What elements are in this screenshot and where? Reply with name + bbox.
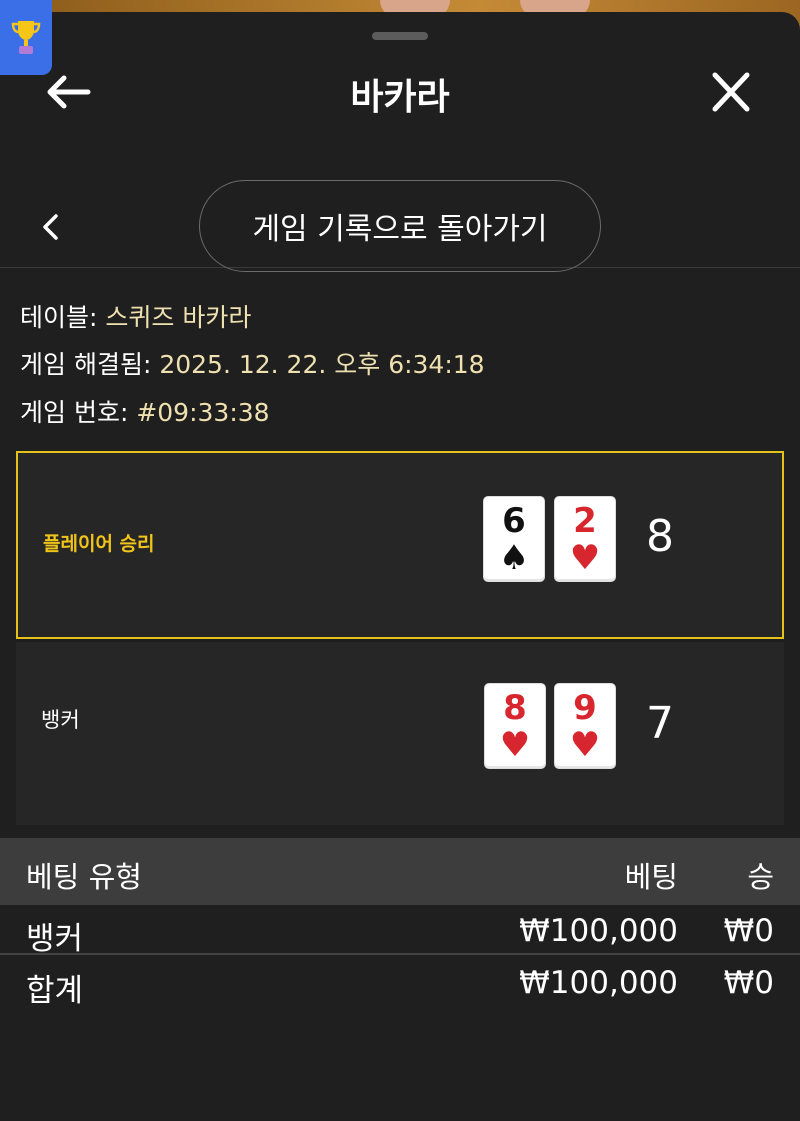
- playing-card: 2 ♥: [554, 496, 616, 582]
- chevron-left-icon[interactable]: [36, 210, 66, 244]
- resolved-value: 2025. 12. 22. 오후 6:34:18: [159, 350, 485, 379]
- player-score: 8: [646, 511, 674, 562]
- total-bet: ₩100,000: [519, 965, 678, 1001]
- game-number-value: #09:33:38: [136, 398, 270, 427]
- table-info: 테이블: 스퀴즈 바카라: [20, 298, 780, 334]
- banker-score: 7: [646, 698, 674, 749]
- banker-result: 뱅커 8 ♥ 9 ♥ 7: [16, 642, 784, 825]
- trophy-badge[interactable]: [0, 0, 52, 75]
- page-title: 바카라: [350, 77, 450, 118]
- player-result: 플레이어 승리 6 ♠ 2 ♥ 8: [16, 451, 784, 639]
- heart-icon: ♥: [569, 725, 601, 765]
- playing-card: 9 ♥: [554, 683, 616, 769]
- trophy-icon: [11, 20, 41, 54]
- total-win: ₩0: [723, 965, 774, 1001]
- table-label: 테이블:: [20, 303, 106, 332]
- table-row: 뱅커 ₩100,000 ₩0: [0, 905, 800, 957]
- bet-type-cell: 뱅커: [26, 921, 84, 957]
- history-sheet: 바카라 게임 기록으로 돌아가기 테이블: 스퀴즈 바카라 게임 해결됨: 20…: [0, 12, 800, 1121]
- heart-icon: ♥: [499, 725, 531, 765]
- header: 바카라: [0, 56, 800, 128]
- player-label: 플레이어 승리: [43, 533, 155, 555]
- total-label: 합계: [26, 973, 84, 1009]
- playing-card: 6 ♠: [483, 496, 545, 582]
- header-bet: 베팅: [624, 860, 678, 894]
- card-rank: 2: [573, 501, 597, 541]
- game-number-label: 게임 번호:: [20, 398, 137, 427]
- bets-header: 베팅 유형 베팅 승: [0, 838, 800, 905]
- table-value: 스퀴즈 바카라: [105, 303, 252, 332]
- back-to-history-button[interactable]: 게임 기록으로 돌아가기: [199, 180, 601, 272]
- bet-amount-cell: ₩100,000: [519, 913, 678, 949]
- sheet-grabber[interactable]: [372, 32, 428, 40]
- spade-icon: ♠: [498, 538, 530, 578]
- card-rank: 8: [503, 688, 527, 728]
- header-win: 승: [747, 860, 774, 894]
- win-amount-cell: ₩0: [723, 913, 774, 949]
- playing-card: 8 ♥: [484, 683, 546, 769]
- resolved-label: 게임 해결됨:: [20, 350, 160, 379]
- bets-table: 베팅 유형 베팅 승 뱅커 ₩100,000 ₩0 합계 ₩100,000 ₩0: [0, 838, 800, 1015]
- close-icon[interactable]: [706, 70, 756, 114]
- header-bet-type: 베팅 유형: [26, 860, 142, 894]
- history-nav: 게임 기록으로 돌아가기: [0, 164, 800, 272]
- banker-label: 뱅커: [41, 708, 80, 732]
- card-rank: 6: [502, 501, 526, 541]
- resolved-info: 게임 해결됨: 2025. 12. 22. 오후 6:34:18: [20, 345, 780, 381]
- heart-icon: ♥: [569, 538, 601, 578]
- total-row: 합계 ₩100,000 ₩0: [0, 955, 800, 1015]
- game-number-info: 게임 번호: #09:33:38: [20, 393, 780, 429]
- card-rank: 9: [573, 688, 597, 728]
